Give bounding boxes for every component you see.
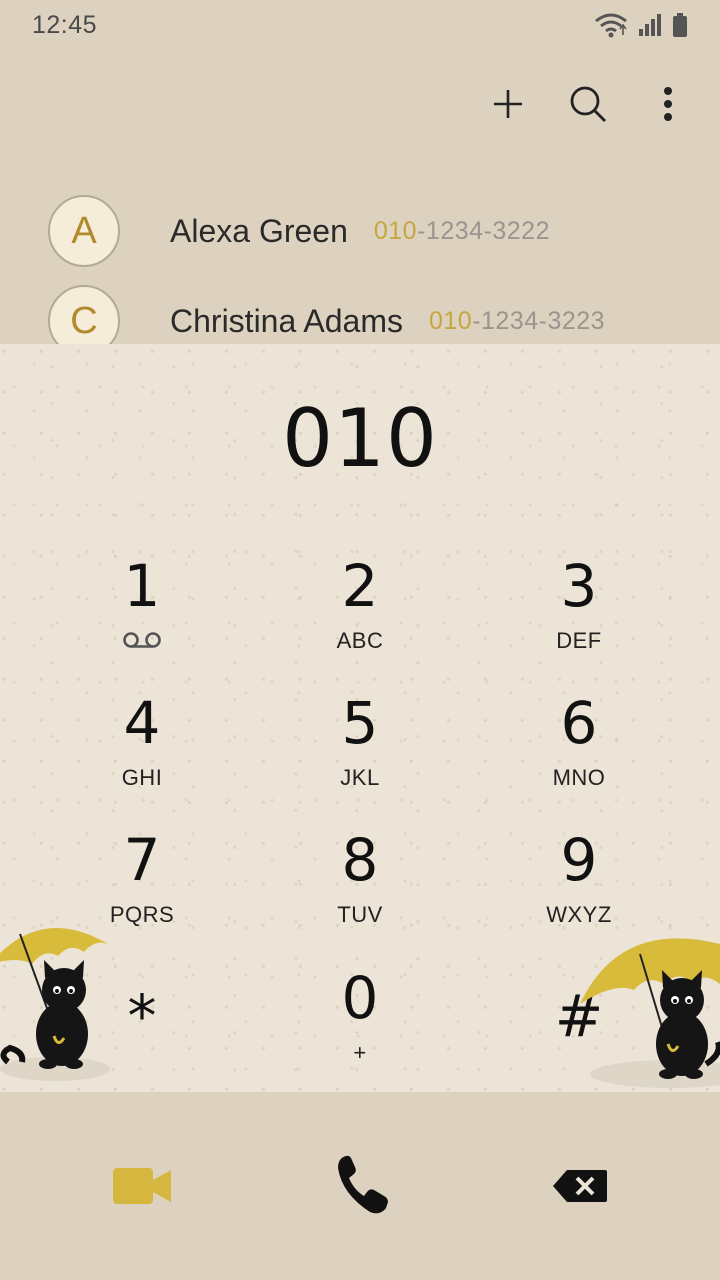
contact-suggestions: A Alexa Green 010-1234-3222 C Christina … [0,186,720,366]
key-digit: 8 [341,826,379,894]
key-8[interactable]: 8 TUV [270,828,450,948]
backspace-button[interactable] [540,1150,620,1222]
dialpad: 010 1 2 ABC 3 DEF 4 GHI 5 JKL 6 MNO 7 PQ… [0,344,720,1092]
number-rest: -1234-3222 [417,216,550,245]
key-digit: 5 [341,689,379,757]
bottom-action-bar [0,1092,720,1280]
key-3[interactable]: 3 DEF [489,554,669,674]
status-bar: 12:45 [0,0,720,50]
key-letters: + [353,1040,367,1065]
contact-row[interactable]: A Alexa Green 010-1234-3222 [0,186,720,276]
status-icons [594,12,688,38]
battery-icon [673,13,687,37]
key-letters: GHI [121,765,163,790]
key-digit: * [127,982,157,1050]
avatar: A [48,195,120,267]
cat-umbrella-right-illustration [580,938,720,1088]
key-digit: 1 [123,552,161,620]
more-options-button[interactable] [646,82,690,126]
key-2[interactable]: 2 ABC [270,554,450,674]
key-letters: TUV [337,902,383,927]
search-button[interactable] [566,82,610,126]
call-button[interactable] [320,1142,404,1226]
phone-icon [338,1155,388,1214]
contact-name: Christina Adams [170,302,403,339]
number-rest: -1234-3223 [472,306,606,335]
search-icon [570,86,606,122]
video-camera-icon [113,1168,171,1204]
number-match: 010 [428,306,473,335]
top-actions [486,78,690,130]
key-letters: MNO [552,765,606,790]
key-digit: 0 [341,964,379,1032]
plus-icon [494,90,522,118]
video-call-button[interactable] [100,1146,184,1226]
wifi-icon [595,13,627,38]
key-digit: 3 [560,552,598,620]
key-digit: 4 [123,689,161,757]
dialed-number[interactable]: 010 [0,392,720,485]
key-letters: DEF [556,628,602,653]
key-digit: 2 [341,552,379,620]
contact-name: Alexa Green [170,212,348,249]
add-contact-button[interactable] [486,82,530,126]
key-letters: ABC [336,628,384,653]
status-time: 12:45 [32,10,98,39]
cat-umbrella-left-illustration [0,928,110,1081]
key-1[interactable]: 1 [52,554,232,674]
more-vertical-icon [664,87,672,121]
contact-number: 010-1234-3223 [429,307,605,336]
key-digit: 9 [560,826,598,894]
key-digit: 7 [123,826,161,894]
key-5[interactable]: 5 JKL [270,691,450,811]
number-match: 010 [373,216,418,245]
key-digit: 6 [560,689,598,757]
voicemail-icon [123,632,161,648]
key-4[interactable]: 4 GHI [52,691,232,811]
signal-icon [639,14,661,36]
key-letters: JKL [340,765,380,790]
backspace-icon [553,1170,607,1202]
contact-number: 010-1234-3222 [374,217,550,246]
key-0[interactable]: 0 + [270,966,450,1086]
key-6[interactable]: 6 MNO [489,691,669,811]
